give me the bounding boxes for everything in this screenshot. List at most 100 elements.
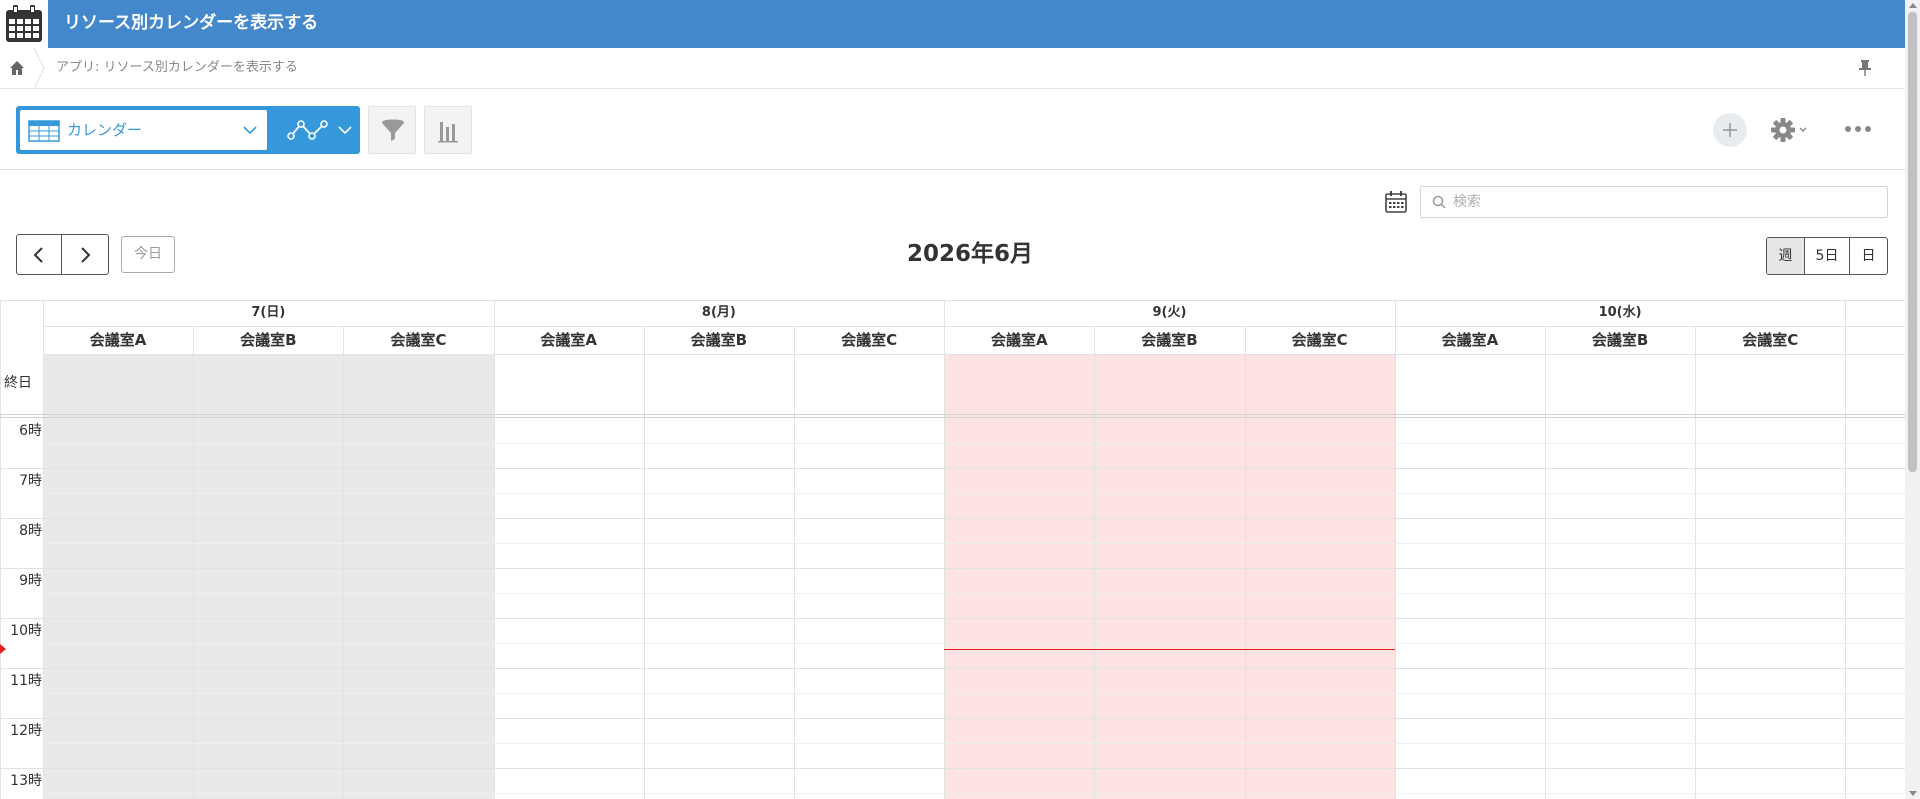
view-day-button[interactable]: 日 xyxy=(1850,238,1887,274)
graph-icon xyxy=(287,120,328,140)
calendar-app-icon xyxy=(6,5,42,42)
all-day-cell[interactable] xyxy=(944,354,1094,414)
grid-hline xyxy=(43,326,1905,327)
all-day-cell[interactable] xyxy=(1695,354,1845,414)
grid-vline xyxy=(944,300,946,799)
half-hour-line xyxy=(43,543,1905,544)
all-day-cell[interactable] xyxy=(1845,354,1905,414)
search-input[interactable] xyxy=(1451,190,1871,214)
hour-line xyxy=(0,568,1905,569)
all-day-cell[interactable] xyxy=(343,354,493,414)
resource-header: 会議室C xyxy=(1742,331,1799,349)
calendar-icon[interactable] xyxy=(1384,190,1408,214)
search-field[interactable] xyxy=(1420,186,1888,218)
half-hour-line xyxy=(43,643,1905,644)
more-icon xyxy=(1845,126,1871,132)
scroll-down-arrow[interactable] xyxy=(1909,791,1917,796)
hour-line xyxy=(0,468,1905,469)
next-button[interactable] xyxy=(63,235,108,274)
day-header[interactable]: 9(火) xyxy=(944,300,1395,326)
current-time-marker xyxy=(0,643,6,654)
grid-hline xyxy=(0,417,1905,418)
hour-label: 10時 xyxy=(10,623,42,639)
filter-button[interactable] xyxy=(368,106,416,154)
prev-button[interactable] xyxy=(17,235,62,274)
view-select-dropdown[interactable]: カレンダー xyxy=(20,110,267,150)
half-hour-line xyxy=(43,443,1905,444)
breadcrumb-app-link[interactable]: アプリ: リソース別カレンダーを表示する xyxy=(56,48,298,88)
all-day-cell[interactable] xyxy=(1245,354,1395,414)
graph-chart-button[interactable] xyxy=(424,106,472,154)
scroll-up-arrow[interactable] xyxy=(1909,3,1917,8)
all-day-cell[interactable] xyxy=(494,354,644,414)
day-column-bg xyxy=(43,354,494,799)
chevron-down-icon xyxy=(243,126,257,135)
day-header[interactable]: 7(日) xyxy=(43,300,494,326)
all-day-cell[interactable] xyxy=(644,354,794,414)
resource-header: 会議室B xyxy=(240,331,297,349)
settings-button[interactable] xyxy=(1770,115,1818,145)
resource-header: 会議室B xyxy=(1141,331,1198,349)
hour-line xyxy=(0,518,1905,519)
all-day-cell[interactable] xyxy=(1395,354,1545,414)
hour-label: 8時 xyxy=(19,523,42,539)
grid-vline xyxy=(343,326,345,799)
hour-label: 7時 xyxy=(19,473,42,489)
chevron-left-icon xyxy=(33,247,43,263)
resource-header: 会議室C xyxy=(841,331,898,349)
page-scrollbar[interactable] xyxy=(1905,0,1920,799)
current-time-line xyxy=(944,648,1395,650)
home-icon[interactable] xyxy=(8,59,26,77)
view-selector: カレンダー xyxy=(16,106,360,154)
app-icon xyxy=(0,0,48,48)
app-title: リソース別カレンダーを表示する xyxy=(64,13,319,33)
all-day-cell[interactable] xyxy=(1094,354,1244,414)
hour-line xyxy=(0,668,1905,669)
resource-header: 会 xyxy=(1845,326,1905,354)
all-day-cell[interactable] xyxy=(193,354,343,414)
plus-icon xyxy=(1723,123,1737,137)
view-select-label: カレンダー xyxy=(67,121,143,139)
grid-vline xyxy=(1394,300,1396,799)
view-week-button[interactable]: 週 xyxy=(1767,238,1805,274)
grid-vline xyxy=(1545,326,1546,799)
resource-header: 会議室A xyxy=(540,331,597,349)
resource-header: 会議室A xyxy=(1441,331,1499,349)
view-mode-switch: 週 5日 日 xyxy=(1766,237,1888,275)
bar-chart-icon xyxy=(438,122,458,143)
grid-hline xyxy=(0,414,1905,415)
half-hour-line xyxy=(43,493,1905,494)
resource-header: 会議室C xyxy=(1291,331,1348,349)
day-header[interactable]: 8(月) xyxy=(494,300,945,326)
add-record-button[interactable] xyxy=(1713,113,1747,147)
all-day-cell[interactable] xyxy=(43,354,193,414)
resource-header: 会議室A xyxy=(89,331,147,349)
graph-dropdown-button[interactable] xyxy=(269,106,360,154)
today-button[interactable]: 今日 xyxy=(121,236,175,273)
all-day-cell[interactable] xyxy=(794,354,944,414)
grid-vline xyxy=(43,300,44,799)
view-5day-button[interactable]: 5日 xyxy=(1805,238,1850,274)
search-icon xyxy=(1432,195,1446,209)
resource-header: 会議室B xyxy=(690,331,748,349)
all-day-cell[interactable] xyxy=(1545,354,1695,414)
grid-vline xyxy=(493,300,495,799)
half-hour-line xyxy=(43,693,1905,694)
hour-line xyxy=(0,618,1905,619)
day-header[interactable]: 10(水) xyxy=(1395,300,1846,326)
breadcrumb: アプリ: リソース別カレンダーを表示する xyxy=(0,48,1905,89)
gear-icon xyxy=(1771,118,1807,142)
table-icon xyxy=(28,120,60,142)
calendar-nav xyxy=(16,234,109,275)
grid-vline xyxy=(1845,300,1847,799)
pin-icon[interactable] xyxy=(1856,58,1874,78)
half-hour-line xyxy=(43,793,1905,794)
half-hour-line xyxy=(43,743,1905,744)
scroll-thumb[interactable] xyxy=(1908,12,1917,472)
resource-header: 会議室B xyxy=(1591,331,1649,349)
resource-header: 会議室A xyxy=(990,331,1048,349)
more-options-button[interactable] xyxy=(1840,119,1876,139)
grid-vline xyxy=(1094,326,1096,799)
view-toolbar: カレンダー xyxy=(0,89,1905,170)
grid-hline xyxy=(43,354,1905,355)
